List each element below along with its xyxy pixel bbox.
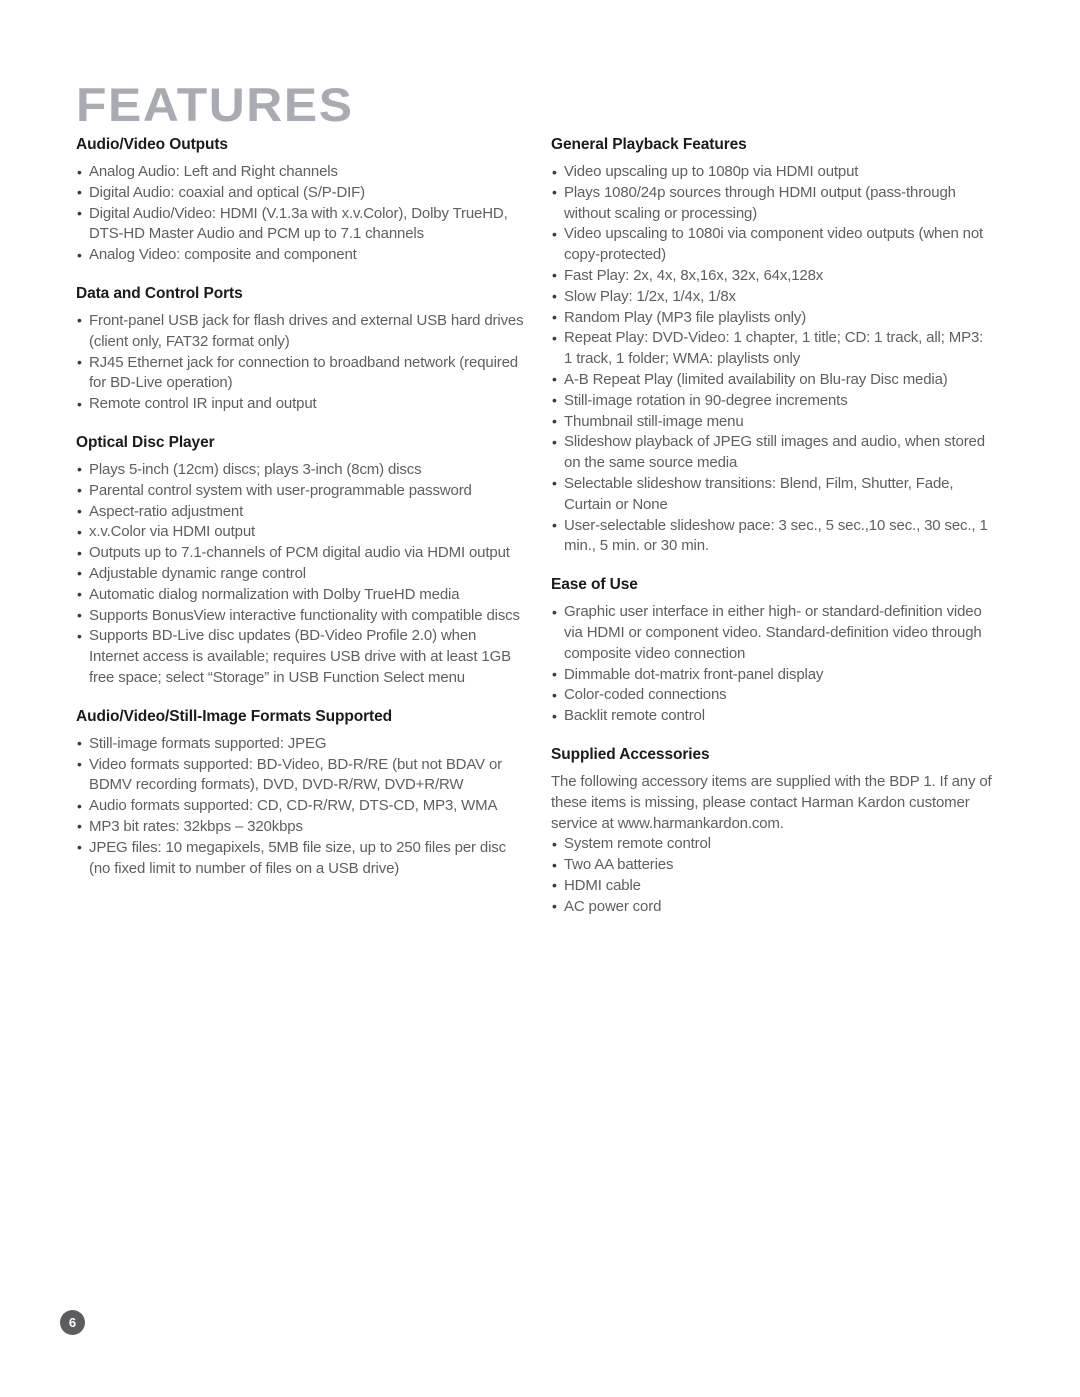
bullet-item: Still-image rotation in 90-degree increm… [551,390,994,412]
bullet-item: Digital Audio/Video: HDMI (V.1.3a with x… [76,203,528,246]
section-heading: Audio/Video Outputs [76,136,228,153]
bullet-item: Plays 5-inch (12cm) discs; plays 3-inch … [76,459,528,481]
section-heading: Data and Control Ports [76,284,243,302]
section-heading: Audio/Video/Still-Image Formats Supporte… [76,707,392,725]
bullet-item: Outputs up to 7.1-channels of PCM digita… [76,543,528,564]
bullet-list: Analog Audio: Left and Right channelsDig… [76,162,528,266]
right-column: General Playback Features Video upscaling… [551,135,994,918]
content-section: General Playback Features Video upscaling… [551,135,994,557]
bullet-item: Analog Audio: Left and Right channels [76,162,528,183]
bullet-item: Graphic user interface in either high- o… [551,602,994,664]
bullet-list: Plays 5-inch (12cm) discs; plays 3-inch … [76,459,528,689]
bullet-list: Still-image formats supported: JPEGVideo… [76,733,528,880]
bullet-item: Slideshow playback of JPEG still images … [551,432,994,474]
bullet-item: Two AA batteries [551,855,994,876]
left-column: Audio/Video Outputs Analog Audio: Left an… [76,135,528,879]
bullet-item: Audio formats supported: CD, CD-R/RW, DT… [76,796,528,817]
content-section: Audio/Video/Still-Image Formats Supporte… [76,707,528,880]
bullet-item: Repeat Play: DVD-Video: 1 chapter, 1 tit… [551,328,994,370]
bullet-item: Digital Audio: coaxial and optical (S/P-… [76,182,528,204]
bullet-item: JPEG files: 10 megapixels, 5MB file size… [76,837,528,880]
bullet-item: Slow Play: 1/2x, 1/4x, 1/8x [551,286,994,308]
bullet-item: Selectable slideshow transitions: Blend,… [551,473,994,516]
bullet-list: System remote controlTwo AA batteriesHDM… [551,834,994,917]
page-number-badge: 6 [60,1310,85,1335]
bullet-item: MP3 bit rates: 32kbps – 320kbps [76,816,528,838]
document-page: FEATURES Audio/Video Outputs Analog Audio… [0,0,1080,1397]
bullet-item: Analog Video: composite and component [76,245,528,266]
bullet-item: Automatic dialog normalization with Dolb… [76,584,528,606]
bullet-item: Fast Play: 2x, 4x, 8x,16x, 32x, 64x,128x [551,265,994,287]
bullet-item: Dimmable dot-matrix front-panel display [551,664,994,686]
section-heading: Supplied Accessories [551,745,710,763]
bullet-item: Color-coded connections [551,685,994,706]
bullet-item: RJ45 Ethernet jack for connection to bro… [76,352,528,395]
bullet-list: Video upscaling up to 1080p via HDMI out… [551,162,994,557]
bullet-item: Supports BD-Live disc updates (BD-Video … [76,626,528,688]
content-section: Optical Disc Player Plays 5-inch (12cm) d… [76,433,528,689]
content-section: Audio/Video Outputs Analog Audio: Left an… [76,135,528,266]
section-heading: Optical Disc Player [76,433,215,451]
bullet-item: User-selectable slideshow pace: 3 sec., … [551,515,994,558]
bullet-item: Parental control system with user-progra… [76,480,528,502]
bullet-item: Adjustable dynamic range control [76,563,528,585]
bullet-item: Video formats supported: BD-Video, BD-R/… [76,754,528,797]
bullet-item: Aspect-ratio adjustment [76,501,528,523]
bullet-item: Supports BonusView interactive functiona… [76,605,528,627]
bullet-item: Video upscaling up to 1080p via HDMI out… [551,162,994,183]
section-heading: Ease of Use [551,576,638,594]
bullet-item: HDMI cable [551,875,994,897]
page-title: FEATURES [76,78,354,132]
bullet-item: A-B Repeat Play (limited availability on… [551,369,994,391]
content-section: Supplied Accessories The following access… [551,745,994,918]
section-heading: General Playback Features [551,136,747,153]
content-section: Data and Control Ports Front-panel USB ja… [76,284,528,415]
bullet-item: x.v.Color via HDMI output [76,522,528,543]
bullet-item: Remote control IR input and output [76,394,528,415]
bullet-list: Front-panel USB jack for flash drives an… [76,310,528,415]
bullet-item: Random Play (MP3 file playlists only) [551,307,994,329]
bullet-item: AC power cord [551,896,994,918]
bullet-list: Graphic user interface in either high- o… [551,602,994,727]
bullet-item: Plays 1080/24p sources through HDMI outp… [551,182,994,225]
bullet-item: Video upscaling to 1080i via component v… [551,224,994,266]
section-intro-paragraph: The following accessory items are suppli… [551,772,992,832]
bullet-item: Backlit remote control [551,706,994,727]
content-section: Ease of Use Graphic user interface in eit… [551,575,994,727]
bullet-item: Thumbnail still-image menu [551,411,994,433]
bullet-item: System remote control [551,834,994,855]
bullet-item: Front-panel USB jack for flash drives an… [76,310,528,353]
bullet-item: Still-image formats supported: JPEG [76,733,528,755]
